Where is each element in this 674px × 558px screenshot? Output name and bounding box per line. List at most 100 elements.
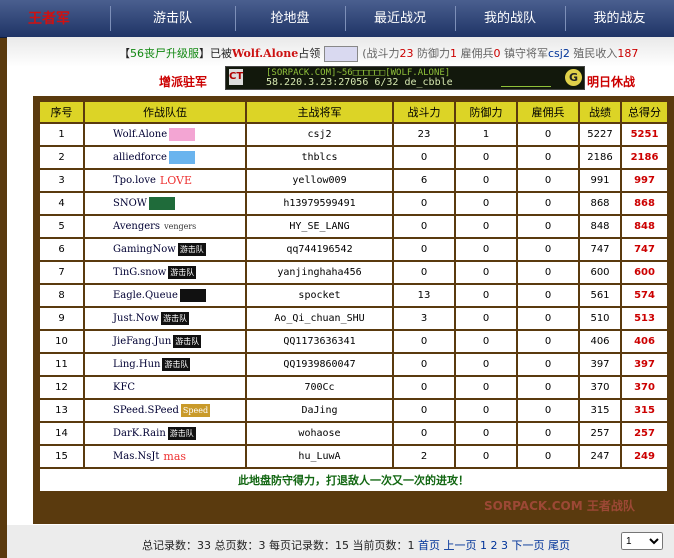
team-cell[interactable]: KFC xyxy=(85,377,245,398)
record-cell: 868 xyxy=(580,193,620,214)
total-cell: 397 xyxy=(622,354,667,375)
team-name[interactable]: Wolf.Alone xyxy=(113,129,167,140)
ticker-team[interactable]: Wolf.Alone xyxy=(232,47,298,60)
general-cell[interactable]: spocket xyxy=(247,285,392,306)
mercs-cell: 0 xyxy=(518,423,578,444)
record-cell: 561 xyxy=(580,285,620,306)
team-name[interactable]: alliedforce xyxy=(113,152,167,163)
general-cell[interactable]: wohaose xyxy=(247,423,392,444)
general-cell[interactable]: thblcs xyxy=(247,147,392,168)
team-name[interactable]: GamingNow xyxy=(113,244,176,255)
nav-guerrilla[interactable]: 游击队 xyxy=(110,0,235,37)
team-cell[interactable]: Tpo.love LOVE xyxy=(85,170,245,191)
site-logo[interactable]: 王者军 xyxy=(28,8,70,28)
reinforce-button[interactable]: 增派驻军 xyxy=(159,73,207,90)
team-cell[interactable]: Eagle.Queue xyxy=(85,285,245,306)
team-name[interactable]: DarK.Rain xyxy=(113,428,166,439)
team-name[interactable]: Ling.Hun xyxy=(113,359,160,370)
team-cell[interactable]: SPeed.SPeed Speed xyxy=(85,400,245,421)
truce-button[interactable]: 明日休战 xyxy=(587,73,635,90)
team-cell[interactable]: DarK.Rain 游击队 xyxy=(85,423,245,444)
header-rank: 序号 xyxy=(40,102,83,122)
nav-recent-battles[interactable]: 最近战况 xyxy=(345,0,455,37)
record-cell: 510 xyxy=(580,308,620,329)
general-cell[interactable]: csj2 xyxy=(247,124,392,145)
rank-cell: 13 xyxy=(40,400,83,421)
page-link-2[interactable]: 2 xyxy=(491,539,498,552)
general-cell[interactable]: DaJing xyxy=(247,400,392,421)
team-cell[interactable]: Just.Now 游击队 xyxy=(85,308,245,329)
team-cell[interactable]: Mas.NsJt mas xyxy=(85,446,245,467)
first-page-link[interactable]: 首页 xyxy=(418,539,440,552)
team-name[interactable]: SNOW xyxy=(113,198,147,209)
team-cell[interactable]: JieFang.Jun 游击队 xyxy=(85,331,245,352)
team-badge-icon: 游击队 xyxy=(167,427,196,440)
per-page: 15 xyxy=(335,539,349,552)
team-cell[interactable]: GamingNow 游击队 xyxy=(85,239,245,260)
counter-terrorist-icon: CT xyxy=(229,69,243,85)
pagination-bar: 总记录数：33 总页数：3 每页记录数：15 当前页数：1 首页 上一页 1 2… xyxy=(7,525,674,558)
general-cell[interactable]: yellow009 xyxy=(247,170,392,191)
team-badge-icon xyxy=(169,128,196,141)
header-general: 主战将军 xyxy=(247,102,392,122)
power-cell: 0 xyxy=(394,400,454,421)
general-cell[interactable]: QQ1173636341 xyxy=(247,331,392,352)
ticker-server[interactable]: 56丧尸升级服 xyxy=(130,47,199,60)
slogan-text: 此地盘防守得力，打退敌人一次又一次的进攻！ xyxy=(40,469,667,491)
general-cell[interactable]: QQ1939860047 xyxy=(247,354,392,375)
general-cell[interactable]: hu_LuwA xyxy=(247,446,392,467)
page-link-1[interactable]: 1 xyxy=(480,539,487,552)
nav-grab-territory[interactable]: 抢地盘 xyxy=(235,0,345,37)
record-cell: 315 xyxy=(580,400,620,421)
team-badge-icon xyxy=(137,381,164,394)
team-cell[interactable]: TinG.snow 游击队 xyxy=(85,262,245,283)
team-name[interactable]: JieFang.Jun xyxy=(113,336,171,347)
team-cell[interactable]: alliedforce xyxy=(85,147,245,168)
mercs-cell: 0 xyxy=(518,193,578,214)
mercs-cell: 0 xyxy=(518,216,578,237)
team-name[interactable]: SPeed.SPeed xyxy=(113,405,179,416)
page-link-3[interactable]: 3 xyxy=(501,539,508,552)
team-name[interactable]: Mas.NsJt xyxy=(113,451,159,462)
server-banner[interactable]: CT [SORPACK.COM]~56□□□□□□[WOLF.ALONE] 58… xyxy=(225,66,585,90)
team-name[interactable]: Eagle.Queue xyxy=(113,290,178,301)
power-cell: 6 xyxy=(394,170,454,191)
team-cell[interactable]: Ling.Hun 游击队 xyxy=(85,354,245,375)
team-cell[interactable]: SNOW xyxy=(85,193,245,214)
team-name[interactable]: KFC xyxy=(113,382,135,393)
general-cell[interactable]: h13979599491 xyxy=(247,193,392,214)
team-cell[interactable]: Wolf.Alone xyxy=(85,124,245,145)
team-name[interactable]: Avengers xyxy=(113,221,160,232)
general-cell[interactable]: qq744196542 xyxy=(247,239,392,260)
table-row: 6 GamingNow 游击队 qq744196542 0 0 0 747 747 xyxy=(40,239,667,260)
team-badge-icon: 游击队 xyxy=(177,243,206,256)
team-emblem-icon xyxy=(324,46,359,62)
total-cell: 600 xyxy=(622,262,667,283)
nav-my-team[interactable]: 我的战队 xyxy=(455,0,565,37)
team-name[interactable]: TinG.snow xyxy=(113,267,166,278)
last-page-link[interactable]: 尾页 xyxy=(548,539,570,552)
nav-my-friends[interactable]: 我的战友 xyxy=(565,0,674,37)
page-select[interactable]: 1 xyxy=(621,532,663,550)
rank-cell: 11 xyxy=(40,354,83,375)
ticker-income: 187 xyxy=(617,47,639,60)
total-pages: 3 xyxy=(258,539,266,552)
total-cell: 574 xyxy=(622,285,667,306)
general-cell[interactable]: Ao_Qi_chuan_SHU xyxy=(247,308,392,329)
team-cell[interactable]: Avengers vengers xyxy=(85,216,245,237)
ticker-general[interactable]: csj2 xyxy=(548,47,570,60)
team-name[interactable]: Tpo.love xyxy=(113,175,156,186)
power-cell: 2 xyxy=(394,446,454,467)
team-name[interactable]: Just.Now xyxy=(113,313,159,324)
defense-cell: 0 xyxy=(456,147,516,168)
pagination-info: 总记录数：33 总页数：3 每页记录数：15 当前页数：1 首页 上一页 1 2… xyxy=(142,539,570,552)
power-cell: 13 xyxy=(394,285,454,306)
next-page-link[interactable]: 下一页 xyxy=(512,539,545,552)
general-cell[interactable]: HY_SE_LANG xyxy=(247,216,392,237)
prev-page-link[interactable]: 上一页 xyxy=(444,539,477,552)
rank-cell: 2 xyxy=(40,147,83,168)
general-cell[interactable]: 700Cc xyxy=(247,377,392,398)
general-cell[interactable]: yanjinghaha456 xyxy=(247,262,392,283)
record-cell: 397 xyxy=(580,354,620,375)
power-cell: 0 xyxy=(394,423,454,444)
